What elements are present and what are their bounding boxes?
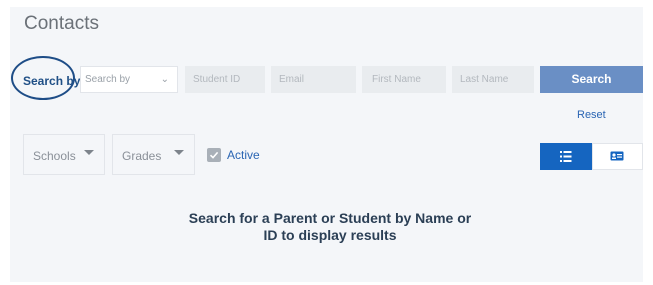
student-id-placeholder: Student ID	[193, 74, 241, 85]
first-name-placeholder: First Name	[372, 74, 421, 85]
grades-dropdown[interactable]: Grades	[112, 134, 195, 175]
page-title: Contacts	[24, 13, 99, 34]
last-name-placeholder: Last Name	[460, 74, 509, 85]
active-checkbox[interactable]	[207, 148, 221, 162]
search-button[interactable]: Search	[540, 66, 643, 93]
search-by-select[interactable]: Search by ⌄	[80, 66, 178, 93]
caret-down-icon	[84, 150, 94, 155]
empty-results-message: Search for a Parent or Student by Name o…	[188, 210, 472, 243]
list-view-button[interactable]	[540, 143, 592, 170]
search-by-label: Search by	[23, 74, 81, 88]
first-name-field[interactable]: First Name	[362, 66, 446, 93]
checkmark-icon	[209, 151, 219, 159]
grades-dropdown-label: Grades	[122, 149, 162, 163]
last-name-field[interactable]: Last Name	[452, 66, 534, 93]
search-by-select-value: Search by	[85, 74, 131, 85]
card-view-button[interactable]	[592, 143, 643, 170]
list-icon	[560, 151, 572, 162]
card-icon	[610, 151, 624, 161]
active-label[interactable]: Active	[227, 148, 260, 162]
caret-down-icon	[174, 150, 184, 155]
schools-dropdown-label: Schools	[33, 149, 76, 163]
email-placeholder: Email	[279, 74, 305, 85]
chevron-down-icon: ⌄	[160, 74, 169, 85]
student-id-field[interactable]: Student ID	[185, 66, 265, 93]
reset-link[interactable]: Reset	[577, 109, 606, 121]
email-field[interactable]: Email	[271, 66, 356, 93]
schools-dropdown[interactable]: Schools	[23, 134, 105, 175]
